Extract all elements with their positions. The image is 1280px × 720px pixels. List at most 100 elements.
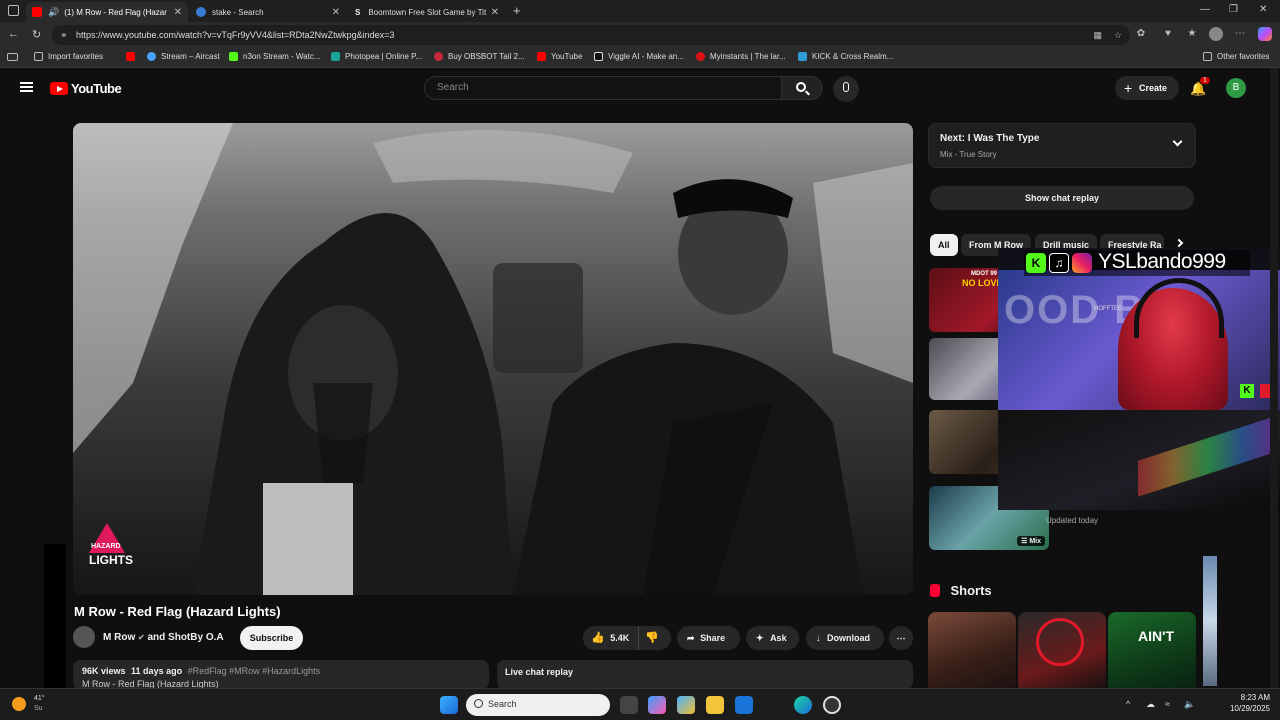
copilot-icon[interactable] [1258, 27, 1272, 41]
share-button[interactable]: ➦ Share [677, 626, 740, 650]
tray-onedrive-icon[interactable]: ☁ [1146, 699, 1155, 710]
mix-label: Mix [1029, 538, 1041, 545]
live-chat-replay-panel[interactable]: Live chat replay [497, 660, 913, 690]
tab-stake-search[interactable]: stake - Search ✕ [190, 2, 346, 22]
tray-wifi-icon[interactable]: ≈ [1165, 699, 1170, 709]
thumbs-down-icon: 👎 [645, 632, 659, 644]
shorts-icon [930, 584, 940, 598]
outlook-icon[interactable] [735, 696, 753, 714]
hashtags[interactable]: #RedFlag #MRow #HazardLights [188, 666, 321, 676]
file-explorer-icon[interactable] [706, 696, 724, 714]
bookmark-myinstants[interactable]: Myinstants | The lar... [696, 52, 786, 61]
bookmark-viggle[interactable]: Viggle AI - Make an... [594, 52, 684, 61]
app-install-icon[interactable]: ▦ [1093, 25, 1102, 45]
subscribe-button[interactable]: Subscribe [240, 626, 303, 650]
notification-badge: 1 [1200, 77, 1210, 84]
bookmark-kick-cross[interactable]: KICK & Cross Realm... [798, 52, 893, 61]
thumb-text-1: MDOT 99 [971, 271, 998, 277]
chip-all[interactable]: All [930, 234, 958, 256]
bookmark-youtube-red[interactable] [126, 52, 140, 61]
refresh-icon[interactable]: ↻ [32, 28, 41, 41]
store-icon[interactable] [677, 696, 695, 714]
site-info-icon[interactable]: ⚭ [60, 25, 68, 45]
shorts-label: Shorts [950, 583, 992, 599]
chevron-down-icon[interactable] [1172, 136, 1183, 147]
back-icon[interactable]: ← [8, 28, 19, 40]
task-view-icon[interactable] [620, 696, 638, 714]
hamburger-menu-icon[interactable] [20, 82, 33, 92]
instagram-logo-icon [1072, 253, 1092, 273]
short-thumbnail[interactable] [928, 612, 1016, 692]
video-player[interactable]: HAZARD LIGHTS [73, 123, 913, 595]
like-button[interactable]: 👍 5.4K [583, 626, 639, 650]
chips-next-arrow-icon[interactable] [1174, 238, 1184, 248]
tab-boomtown[interactable]: S Boomtown Free Slot Game by Tit ✕ [349, 2, 505, 22]
close-tab-icon[interactable]: ✕ [332, 7, 340, 18]
bing-search-favicon-icon [196, 7, 206, 17]
obs-icon[interactable] [823, 696, 841, 714]
more-options-icon[interactable]: ⋯ [1233, 27, 1247, 41]
bookmark-obsbot[interactable]: Buy OBSBOT Tail 2... [434, 52, 525, 61]
edge-icon[interactable] [794, 696, 812, 714]
restore-icon[interactable]: ❐ [1229, 4, 1238, 15]
close-tab-icon[interactable]: ✕ [491, 7, 499, 18]
taskbar-search-input[interactable]: Search [466, 694, 610, 716]
dislike-button[interactable]: 👎 [645, 626, 659, 650]
verified-icon: ✔ [138, 633, 145, 642]
copilot-app-icon[interactable] [648, 696, 666, 714]
description-box[interactable]: 96K views 11 days ago #RedFlag #MRow #Ha… [73, 660, 489, 690]
youtube-icon [126, 52, 135, 61]
search-input[interactable]: Search [424, 76, 782, 100]
short-thumbnail[interactable] [1018, 612, 1106, 692]
tray-volume-icon[interactable]: 🔈 [1184, 699, 1195, 710]
obsbot-icon [434, 52, 443, 61]
close-window-icon[interactable]: ✕ [1259, 4, 1267, 15]
ask-button[interactable]: ✦ Ask [746, 626, 799, 650]
search-button[interactable] [781, 76, 823, 100]
show-chat-replay-button[interactable]: Show chat replay [930, 186, 1194, 210]
bookmark-aircast[interactable]: Stream – Aircast [147, 52, 220, 61]
start-windows-icon[interactable] [440, 696, 458, 714]
extensions-icon[interactable]: ✿ [1134, 27, 1148, 41]
new-tab-icon[interactable]: + [513, 3, 521, 18]
bookmark-label: Other favorites [1217, 52, 1270, 61]
bookmark-import-favorites[interactable]: Import favorites [34, 52, 103, 61]
minimize-icon[interactable]: — [1200, 4, 1210, 15]
youtube-logo[interactable]: YouTube [50, 81, 122, 96]
create-button[interactable]: + Create [1115, 76, 1179, 100]
favorites-icon[interactable]: ★ [1185, 27, 1199, 41]
download-button[interactable]: ↓ Download [806, 626, 884, 650]
voice-search-button[interactable] [833, 76, 859, 102]
bookmark-other-favorites[interactable]: Other favorites [1203, 52, 1269, 61]
speaker-icon[interactable]: 🔊 [48, 7, 59, 18]
profile-icon[interactable] [1209, 27, 1223, 41]
notifications-button[interactable]: 🔔 1 [1190, 77, 1210, 96]
tray-chevron-icon[interactable]: ^ [1126, 699, 1130, 709]
bookmark-n3on[interactable]: n3on Stream - Watc... [229, 52, 321, 61]
up-next-card[interactable]: Next: I Was The Type Mix - True Story [928, 123, 1196, 168]
browser-essentials-icon[interactable]: ♥ [1161, 27, 1175, 41]
channel-name-link[interactable]: M Row [103, 632, 135, 643]
page-scrollbar[interactable] [1270, 68, 1278, 688]
bookmark-youtube[interactable]: YouTube [537, 52, 582, 61]
tab-youtube[interactable]: 🔊 (1) M Row - Red Flag (Hazar ✕ [26, 2, 188, 22]
channel-names: M Row ✔ and ShotBy O.A [103, 632, 224, 643]
bookmark-photopea[interactable]: Photopea | Online P... [331, 52, 422, 61]
address-bar-row: ← ↻ ⚭ https://www.youtube.com/watch?v=vT… [0, 22, 1280, 48]
channel-connector: and [147, 632, 166, 643]
close-tab-icon[interactable]: ✕ [174, 7, 182, 18]
workspaces-icon[interactable] [8, 5, 19, 16]
weather-widget[interactable]: 41° Su [12, 695, 52, 715]
youtube-play-icon [50, 82, 68, 95]
channel-avatar[interactable] [73, 626, 95, 648]
collab-channel-link[interactable]: ShotBy O.A [168, 632, 224, 643]
url-input[interactable]: ⚭ https://www.youtube.com/watch?v=vTqFr9… [52, 25, 1130, 45]
shorts-header: Shorts [930, 582, 992, 600]
sidebar-toggle-icon[interactable] [7, 53, 18, 61]
bookmark-label: KICK & Cross Realm... [812, 52, 894, 61]
favorite-star-icon[interactable]: ☆ [1114, 25, 1122, 45]
clock[interactable]: 8:23 AM 10/29/2025 [1222, 693, 1270, 713]
account-avatar[interactable]: B [1226, 78, 1246, 98]
more-actions-button[interactable]: ⋯ [889, 626, 913, 650]
short-thumbnail[interactable]: AIN'T [1108, 612, 1196, 692]
